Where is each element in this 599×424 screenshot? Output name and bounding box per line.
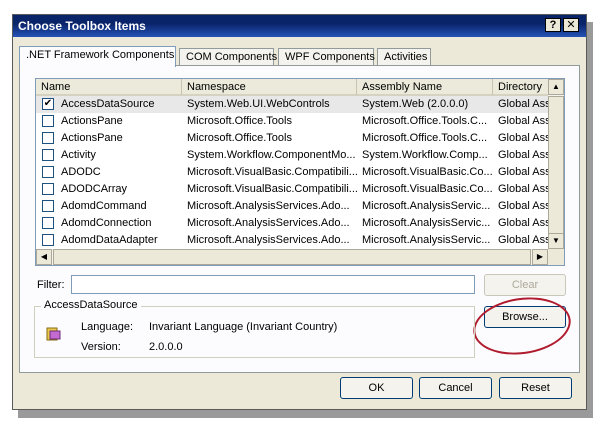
checkbox[interactable] <box>42 217 54 229</box>
language-value: Invariant Language (Invariant Country) <box>149 321 338 333</box>
cell-ns: Microsoft.Office.Tools <box>187 115 292 127</box>
table-row[interactable]: AdomdDataAdapter Microsoft.AnalysisServic… <box>36 232 549 249</box>
checkbox[interactable] <box>42 234 54 246</box>
cell-asm: Microsoft.VisualBasic.Co... <box>362 183 492 195</box>
tab-wpf-components[interactable]: WPF Components <box>278 48 375 66</box>
cell-asm: Microsoft.VisualBasic.Co... <box>362 166 492 178</box>
cell-name: ActionsPane <box>61 132 123 144</box>
column-header-namespace[interactable]: Namespace <box>182 79 357 96</box>
cell-dir: Global Ass <box>498 98 548 110</box>
horizontal-scroll-thumb[interactable] <box>53 249 531 265</box>
scroll-left-arrow-icon[interactable]: ◀ <box>36 249 52 265</box>
help-button[interactable]: ? <box>545 18 561 32</box>
cell-dir: Global Ass <box>498 115 548 127</box>
cell-ns: Microsoft.AnalysisServices.Ado... <box>187 234 350 246</box>
checkbox[interactable] <box>42 132 54 144</box>
table-row[interactable]: ActionsPane Microsoft.Office.Tools Microso… <box>36 113 549 130</box>
cell-dir: Global Ass <box>498 149 548 161</box>
scroll-down-arrow-icon[interactable]: ▼ <box>548 233 564 249</box>
checkbox[interactable] <box>42 200 54 212</box>
checkbox[interactable] <box>42 166 54 178</box>
cell-name: AdomdDataAdapter <box>61 234 158 246</box>
cell-dir: Global Ass <box>498 234 548 246</box>
cell-name: AdomdCommand <box>61 200 147 212</box>
scroll-right-arrow-icon[interactable]: ▶ <box>532 249 548 265</box>
ok-button[interactable]: OK <box>340 377 413 399</box>
scroll-corner <box>548 249 564 265</box>
cell-ns: Microsoft.VisualBasic.Compatibili... <box>187 183 357 195</box>
reset-button[interactable]: Reset <box>499 377 572 399</box>
cell-asm: Microsoft.AnalysisServic... <box>362 234 491 246</box>
cell-dir: Global Ass <box>498 132 548 144</box>
cell-ns: System.Workflow.ComponentMo... <box>187 149 356 161</box>
cell-name: ADODCArray <box>61 183 128 195</box>
title-bar: Choose Toolbox Items ? ✕ <box>13 15 586 37</box>
component-details-group: AccessDataSource Language: Invariant Lan… <box>34 299 475 358</box>
cell-asm: Microsoft.Office.Tools.C... <box>362 132 488 144</box>
filter-label: Filter: <box>37 279 65 291</box>
cell-ns: Microsoft.AnalysisServices.Ado... <box>187 200 350 212</box>
vertical-scroll-thumb[interactable] <box>548 96 564 236</box>
column-header-assembly-name[interactable]: Assembly Name <box>357 79 493 96</box>
tab-com-components[interactable]: COM Components <box>179 48 277 66</box>
table-row[interactable]: ADODC Microsoft.VisualBasic.Compatibili..… <box>36 164 549 181</box>
cell-name: AdomdConnection <box>61 217 152 229</box>
cell-name: ActionsPane <box>61 115 123 127</box>
vertical-scrollbar[interactable]: ▲ ▼ <box>548 79 564 249</box>
table-row[interactable]: ✔ AccessDataSource System.Web.UI.WebContro… <box>36 96 549 113</box>
cell-asm: System.Web (2.0.0.0) <box>362 98 469 110</box>
cell-dir: Global Ass <box>498 217 548 229</box>
list-header: Name Namespace Assembly Name Directory <box>36 79 549 96</box>
cell-name: Activity <box>61 149 96 161</box>
cell-asm: Microsoft.AnalysisServic... <box>362 200 491 212</box>
components-list[interactable]: Name Namespace Assembly Name Directory ✔… <box>35 78 565 266</box>
column-header-directory[interactable]: Directory <box>493 79 549 96</box>
component-icon <box>46 327 61 341</box>
window-title: Choose Toolbox Items <box>18 19 146 33</box>
cell-asm: System.Workflow.Comp... <box>362 149 488 161</box>
cell-ns: Microsoft.Office.Tools <box>187 132 292 144</box>
cell-ns: Microsoft.AnalysisServices.Ado... <box>187 217 350 229</box>
details-group-title: AccessDataSource <box>41 299 141 311</box>
table-row[interactable]: AdomdCommand Microsoft.AnalysisServices.A… <box>36 198 549 215</box>
cell-dir: Global Ass <box>498 200 548 212</box>
scroll-up-arrow-icon[interactable]: ▲ <box>548 79 564 95</box>
tab-net-framework-components[interactable]: .NET Framework Components <box>19 46 176 67</box>
cell-ns: System.Web.UI.WebControls <box>187 98 330 110</box>
table-row[interactable]: ActionsPane Microsoft.Office.Tools Microso… <box>36 130 549 147</box>
checkbox[interactable] <box>42 115 54 127</box>
filter-input[interactable] <box>71 275 475 294</box>
cell-dir: Global Ass <box>498 183 548 195</box>
cell-ns: Microsoft.VisualBasic.Compatibili... <box>187 166 357 178</box>
choose-toolbox-items-dialog: Choose Toolbox Items ? ✕ .NET Framework … <box>12 14 587 410</box>
cell-asm: Microsoft.Office.Tools.C... <box>362 115 488 127</box>
horizontal-scrollbar[interactable]: ◀ ▶ <box>36 249 549 265</box>
table-row[interactable]: Activity System.Workflow.ComponentMo... Sy… <box>36 147 549 164</box>
cell-name: ADODC <box>61 166 101 178</box>
cancel-button[interactable]: Cancel <box>419 377 492 399</box>
version-label: Version: <box>81 341 121 353</box>
checkbox[interactable] <box>42 149 54 161</box>
checkbox[interactable]: ✔ <box>42 98 54 110</box>
column-header-name[interactable]: Name <box>36 79 182 96</box>
table-row[interactable]: AdomdConnection Microsoft.AnalysisService… <box>36 215 549 232</box>
checkbox[interactable] <box>42 183 54 195</box>
cell-name: AccessDataSource <box>61 98 155 110</box>
version-value: 2.0.0.0 <box>149 341 183 353</box>
tab-activities[interactable]: Activities <box>377 48 431 66</box>
clear-button[interactable]: Clear <box>484 274 566 296</box>
cell-dir: Global Ass <box>498 166 548 178</box>
language-label: Language: <box>81 321 133 333</box>
cell-asm: Microsoft.AnalysisServic... <box>362 217 491 229</box>
close-button[interactable]: ✕ <box>563 18 579 32</box>
table-row[interactable]: ADODCArray Microsoft.VisualBasic.Compatib… <box>36 181 549 198</box>
